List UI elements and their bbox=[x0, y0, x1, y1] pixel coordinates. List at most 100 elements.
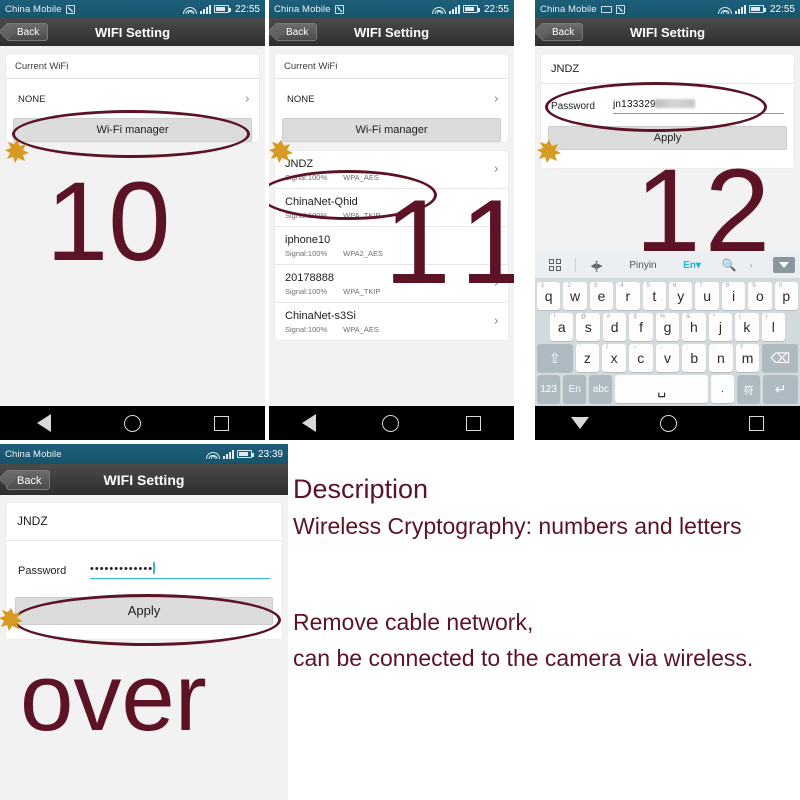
search-icon[interactable]: 🔍 bbox=[714, 258, 744, 272]
description-block: Description Wireless Cryptography: numbe… bbox=[293, 470, 793, 676]
current-wifi-row[interactable]: NONE › bbox=[6, 79, 259, 116]
key-m[interactable]: ? m bbox=[735, 344, 760, 372]
nav-back-icon[interactable] bbox=[302, 414, 317, 432]
key-alt-label: 4 bbox=[620, 283, 624, 289]
grid-icon[interactable] bbox=[535, 259, 575, 271]
key-d[interactable]: # d bbox=[602, 313, 627, 341]
wifi-manager-button[interactable]: Wi-Fi manager bbox=[13, 118, 252, 142]
android-nav-bar bbox=[0, 406, 265, 440]
carrier-label: China Mobile bbox=[5, 448, 62, 460]
key-y[interactable]: 6y bbox=[669, 282, 693, 310]
status-bar: China Mobile 23:39 bbox=[0, 444, 288, 464]
keyboard-mode-label[interactable]: Pinyin bbox=[616, 260, 670, 271]
back-button[interactable]: Back bbox=[6, 23, 49, 41]
key-l[interactable]: ) l bbox=[761, 313, 785, 341]
key-h[interactable]: & h bbox=[682, 313, 706, 341]
keyboard-language-button[interactable]: En▾ bbox=[670, 260, 714, 271]
numeric-key[interactable]: 123 bbox=[537, 375, 561, 403]
key-t[interactable]: 5t bbox=[642, 282, 666, 310]
key-f[interactable]: $ f bbox=[629, 313, 653, 341]
enter-key[interactable]: ↵ bbox=[763, 375, 798, 403]
status-bar: China Mobile 22:55 bbox=[0, 0, 265, 18]
symbol-key[interactable]: 符 bbox=[737, 375, 761, 403]
key-label: e bbox=[597, 288, 606, 304]
backspace-key[interactable]: ⌫ bbox=[762, 344, 799, 372]
key-i[interactable]: 8i bbox=[721, 282, 746, 310]
period-key[interactable]: . bbox=[711, 375, 735, 403]
key-alt-label: 1 bbox=[540, 283, 545, 289]
key-o[interactable]: 9o bbox=[748, 282, 772, 310]
key-alt-label: 5 bbox=[646, 283, 650, 289]
nav-back-icon[interactable] bbox=[36, 414, 51, 432]
password-row: Password jn133329 bbox=[541, 84, 794, 118]
password-input[interactable]: jn133329 bbox=[613, 94, 784, 114]
key-p[interactable]: 0p bbox=[774, 282, 799, 310]
key-alt-label: ( bbox=[739, 314, 742, 320]
keyboard-row-1: 1q 2w 3e 4r 5t 6y 7u 8i 9o 0p bbox=[536, 282, 799, 310]
key-r[interactable]: 4r bbox=[616, 282, 640, 310]
key-j[interactable]: * j bbox=[708, 313, 733, 341]
nav-home-icon[interactable] bbox=[123, 414, 141, 432]
nav-recents-icon[interactable] bbox=[213, 415, 229, 431]
key-u[interactable]: 7u bbox=[695, 282, 719, 310]
key-v[interactable]: -v bbox=[655, 344, 680, 372]
space-key[interactable]: ␣ bbox=[615, 375, 708, 403]
key-label: b bbox=[690, 350, 699, 366]
key-k[interactable]: (k bbox=[735, 313, 759, 341]
network-security: WPA_TKIP bbox=[343, 211, 381, 220]
key-z[interactable]: ' z bbox=[575, 344, 600, 372]
back-button[interactable]: Back bbox=[541, 23, 584, 41]
clock-label: 22:55 bbox=[483, 3, 509, 15]
key-alt-label: ' bbox=[579, 345, 581, 351]
pointer-cursor-icon bbox=[4, 138, 30, 164]
password-input[interactable]: ••••••••••••• bbox=[90, 559, 270, 579]
key-alt-label: - bbox=[659, 345, 662, 351]
back-button-label: Back bbox=[552, 27, 575, 38]
key-s[interactable]: @ s bbox=[576, 313, 600, 341]
key-n[interactable]: ; n bbox=[709, 344, 733, 372]
selected-network-ssid: JNDZ bbox=[541, 54, 794, 84]
key-g[interactable]: % g bbox=[655, 313, 680, 341]
network-ssid: JNDZ bbox=[285, 158, 314, 170]
key-x[interactable]: / x bbox=[602, 344, 626, 372]
description-title: Description bbox=[293, 474, 429, 504]
nav-home-icon[interactable] bbox=[382, 414, 400, 432]
network-security: WPA_TKIP bbox=[343, 287, 381, 296]
key-c[interactable]: ~ c bbox=[628, 344, 653, 372]
carrier-label: China Mobile bbox=[540, 3, 597, 15]
back-button[interactable]: Back bbox=[6, 469, 51, 490]
key-a[interactable]: ! a bbox=[550, 313, 574, 341]
key-e[interactable]: 3e bbox=[589, 282, 614, 310]
key-b[interactable]: :b bbox=[682, 344, 707, 372]
carrier-label: China Mobile bbox=[5, 3, 62, 15]
toolbar-more-icon[interactable]: › bbox=[744, 260, 758, 270]
pointer-cursor-icon bbox=[0, 606, 24, 632]
nav-recents-icon[interactable] bbox=[749, 415, 765, 431]
current-wifi-row[interactable]: NONE › bbox=[275, 79, 508, 116]
key-w[interactable]: 2w bbox=[563, 282, 587, 310]
back-button[interactable]: Back bbox=[275, 23, 318, 41]
nav-home-icon[interactable] bbox=[660, 414, 678, 432]
key-label: q bbox=[544, 288, 553, 304]
wifi-manager-button[interactable]: Wi-Fi manager bbox=[282, 118, 501, 142]
apply-button[interactable]: Apply bbox=[15, 597, 273, 625]
cursor-move-icon[interactable]: ◂[▸ bbox=[576, 259, 616, 272]
signal-icon bbox=[734, 4, 746, 14]
battery-icon bbox=[236, 450, 254, 458]
network-security: WPA_AES bbox=[343, 173, 379, 182]
key-label: w bbox=[570, 288, 581, 304]
nav-keyboard-down-icon[interactable] bbox=[570, 417, 589, 429]
nav-recents-icon[interactable] bbox=[465, 415, 481, 431]
key-alt-label: / bbox=[606, 345, 608, 351]
english-key[interactable]: En bbox=[563, 375, 587, 403]
key-label: p bbox=[782, 288, 791, 304]
wifi-icon bbox=[718, 4, 733, 14]
key-label: h bbox=[690, 319, 698, 335]
key-alt-label: ! bbox=[554, 314, 556, 320]
collapse-icon[interactable] bbox=[773, 257, 795, 273]
shift-key[interactable]: ⇧ bbox=[537, 344, 573, 372]
abc-key[interactable]: abc bbox=[589, 375, 613, 403]
keyboard-row-2: ! a @ s # d $ f % g & h * j (k ) l bbox=[537, 313, 798, 341]
key-q[interactable]: 1q bbox=[536, 282, 561, 310]
